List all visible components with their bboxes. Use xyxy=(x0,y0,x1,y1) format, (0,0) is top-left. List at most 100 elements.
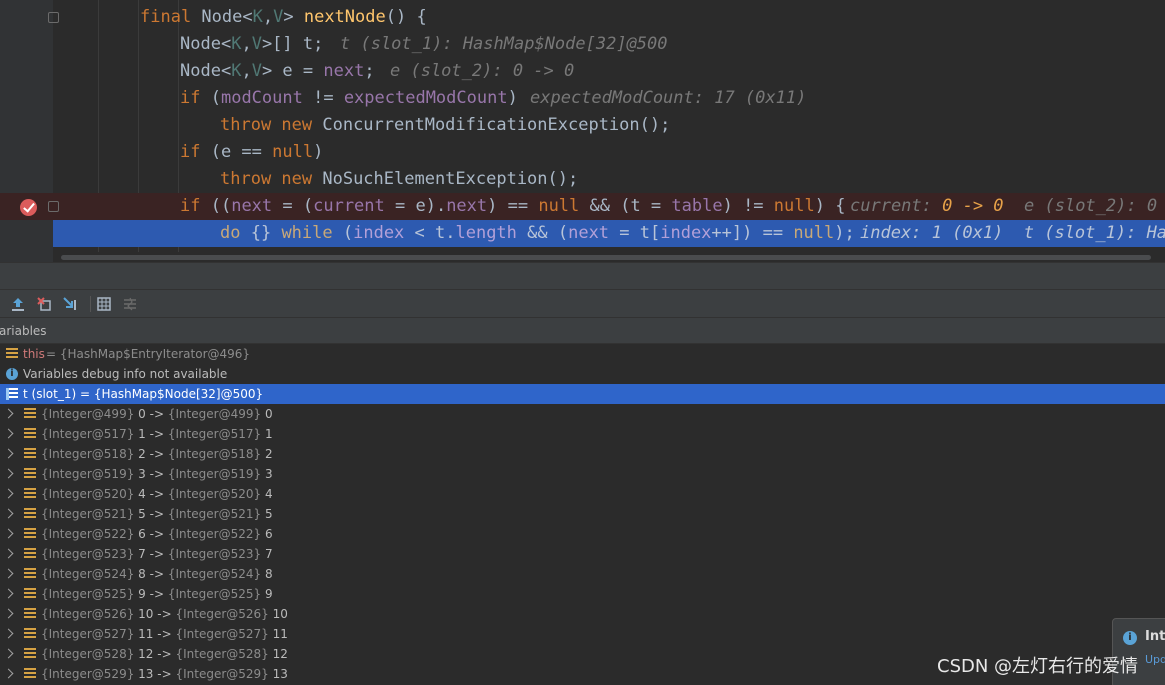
entry-text: {Integer@527} 11 -> {Integer@527} 11 xyxy=(41,627,288,641)
expand-chevron-icon[interactable] xyxy=(3,608,14,619)
code-text: throw new NoSuchElementException(); xyxy=(220,169,579,189)
variable-value: = {HashMap$EntryIterator@496} xyxy=(46,347,251,361)
variables-tree[interactable]: this = {HashMap$EntryIterator@496} i Var… xyxy=(0,344,1165,685)
code-text: throw new ConcurrentModificationExceptio… xyxy=(220,115,671,135)
toolbar-separator xyxy=(90,296,91,312)
breakpoint-icon[interactable] xyxy=(20,199,37,216)
current-execution-line[interactable]: do {} while (index < t.length && (next =… xyxy=(53,220,1165,247)
editor-horizontal-scrollbar[interactable] xyxy=(53,252,1165,262)
code-line[interactable]: if (modCount != expectedModCount) expect… xyxy=(0,85,1165,112)
variable-row-entry[interactable]: {Integer@520} 4 -> {Integer@520} 4 xyxy=(0,484,1165,504)
expand-chevron-icon[interactable] xyxy=(3,468,14,479)
field-icon xyxy=(24,628,36,640)
variable-row-info: i Variables debug info not available xyxy=(0,364,1165,384)
expand-chevron-icon[interactable] xyxy=(3,548,14,559)
variable-row-entry[interactable]: {Integer@519} 3 -> {Integer@519} 3 xyxy=(0,464,1165,484)
code-text: if (e == null) xyxy=(180,142,324,162)
field-icon xyxy=(24,408,36,420)
entry-text: {Integer@522} 6 -> {Integer@522} 6 xyxy=(41,527,273,541)
entry-text: {Integer@523} 7 -> {Integer@523} 7 xyxy=(41,547,273,561)
evaluate-table-icon[interactable] xyxy=(96,296,112,312)
code-editor[interactable]: final Node<K,V> nextNode() { Node<K,V>[]… xyxy=(0,0,1165,262)
fold-icon[interactable] xyxy=(48,12,59,23)
variable-row-entry[interactable]: {Integer@525} 9 -> {Integer@525} 9 xyxy=(0,584,1165,604)
entry-text: {Integer@499} 0 -> {Integer@499} 0 xyxy=(41,407,273,421)
expand-chevron-icon[interactable] xyxy=(3,668,14,679)
trace-icon[interactable] xyxy=(122,296,138,312)
code-line[interactable]: final Node<K,V> nextNode() { xyxy=(0,4,1165,31)
variable-name: this xyxy=(23,347,45,361)
entry-text: {Integer@518} 2 -> {Integer@518} 2 xyxy=(41,447,273,461)
code-text: Node<K,V> e = next; xyxy=(180,61,375,81)
variable-row-this[interactable]: this = {HashMap$EntryIterator@496} xyxy=(0,344,1165,364)
field-icon xyxy=(24,488,36,500)
notification-title: Inte xyxy=(1145,629,1165,644)
entry-text: {Integer@524} 8 -> {Integer@524} 8 xyxy=(41,567,273,581)
field-icon xyxy=(24,548,36,560)
code-text: if (modCount != expectedModCount) xyxy=(180,88,518,108)
field-icon xyxy=(24,648,36,660)
expand-chevron-icon[interactable] xyxy=(3,408,14,419)
notification-link[interactable]: Upd xyxy=(1145,653,1165,666)
expand-chevron-icon[interactable] xyxy=(3,568,14,579)
variable-row-t[interactable]: t (slot_1) = {HashMap$Node[32]@500} xyxy=(0,384,1165,404)
variable-row-entry[interactable]: {Integer@517} 1 -> {Integer@517} 1 xyxy=(0,424,1165,444)
expand-chevron-icon[interactable] xyxy=(3,428,14,439)
entry-text: {Integer@519} 3 -> {Integer@519} 3 xyxy=(41,467,273,481)
code-line[interactable]: if (e == null) xyxy=(0,139,1165,166)
field-icon xyxy=(24,668,36,680)
code-line[interactable]: Node<K,V> e = next; e (slot_2): 0 -> 0 xyxy=(0,58,1165,85)
inline-debug-hint: index: 1 (0x1) t (slot_1): Has xyxy=(860,223,1165,243)
scrollbar-thumb[interactable] xyxy=(61,255,1151,260)
expand-chevron-icon[interactable] xyxy=(3,528,14,539)
field-icon xyxy=(6,348,18,360)
entry-text: {Integer@529} 13 -> {Integer@529} 13 xyxy=(41,667,288,681)
variable-row-entry[interactable]: {Integer@527} 11 -> {Integer@527} 11 xyxy=(0,624,1165,644)
code-text: Node<K,V>[] t; xyxy=(180,34,324,54)
expand-chevron-icon[interactable] xyxy=(3,648,14,659)
variable-row-entry[interactable]: {Integer@526} 10 -> {Integer@526} 10 xyxy=(0,604,1165,624)
fold-icon[interactable] xyxy=(48,201,59,212)
variable-row-entry[interactable]: {Integer@499} 0 -> {Integer@499} 0 xyxy=(0,404,1165,424)
inline-debug-hint: t (slot_1): HashMap$Node[32]@500 xyxy=(340,34,668,54)
drop-frame-icon[interactable] xyxy=(36,296,52,312)
inline-debug-hint: expectedModCount: 17 (0x11) xyxy=(530,88,807,108)
variable-value: t (slot_1) = {HashMap$Node[32]@500} xyxy=(23,387,264,401)
watermark: CSDN @左灯右行的爱情 xyxy=(937,656,1139,677)
step-out-icon[interactable] xyxy=(10,296,26,312)
info-icon: i xyxy=(6,368,18,380)
expand-chevron-icon[interactable] xyxy=(3,508,14,519)
variable-row-entry[interactable]: {Integer@521} 5 -> {Integer@521} 5 xyxy=(0,504,1165,524)
breakpoint-line[interactable]: if ((next = (current = e).next) == null … xyxy=(0,193,1165,220)
field-icon xyxy=(24,608,36,620)
variable-row-entry[interactable]: {Integer@523} 7 -> {Integer@523} 7 xyxy=(0,544,1165,564)
panel-title: ariables xyxy=(0,324,47,338)
code-line[interactable]: Node<K,V>[] t; t (slot_1): HashMap$Node[… xyxy=(0,31,1165,58)
field-icon xyxy=(24,448,36,460)
run-to-cursor-icon[interactable] xyxy=(62,296,78,312)
entry-text: {Integer@521} 5 -> {Integer@521} 5 xyxy=(41,507,273,521)
expand-chevron-icon[interactable] xyxy=(3,488,14,499)
inline-debug-hint: current: 0 -> 0 e (slot_2): 0 - xyxy=(850,196,1165,216)
variable-row-entry[interactable]: {Integer@524} 8 -> {Integer@524} 8 xyxy=(0,564,1165,584)
code-text: do {} while (index < t.length && (next =… xyxy=(220,223,855,243)
variable-row-entry[interactable]: {Integer@522} 6 -> {Integer@522} 6 xyxy=(0,524,1165,544)
field-icon xyxy=(24,508,36,520)
code-line[interactable]: throw new ConcurrentModificationExceptio… xyxy=(0,112,1165,139)
array-icon xyxy=(6,388,18,400)
field-icon xyxy=(24,428,36,440)
entry-text: {Integer@526} 10 -> {Integer@526} 10 xyxy=(41,607,288,621)
expand-chevron-icon[interactable] xyxy=(3,628,14,639)
expand-chevron-icon[interactable] xyxy=(3,588,14,599)
entry-text: {Integer@525} 9 -> {Integer@525} 9 xyxy=(41,587,273,601)
variable-row-entry[interactable]: {Integer@518} 2 -> {Integer@518} 2 xyxy=(0,444,1165,464)
info-message: Variables debug info not available xyxy=(23,367,228,381)
variables-panel-header: ariables xyxy=(0,318,1165,344)
field-icon xyxy=(24,588,36,600)
entry-text: {Integer@517} 1 -> {Integer@517} 1 xyxy=(41,427,273,441)
expand-chevron-icon[interactable] xyxy=(3,448,14,459)
code-line[interactable]: throw new NoSuchElementException(); xyxy=(0,166,1165,193)
debug-toolbar xyxy=(0,290,1165,318)
code-text: final Node<K,V> nextNode() { xyxy=(140,7,427,27)
panel-splitter[interactable] xyxy=(0,262,1165,290)
